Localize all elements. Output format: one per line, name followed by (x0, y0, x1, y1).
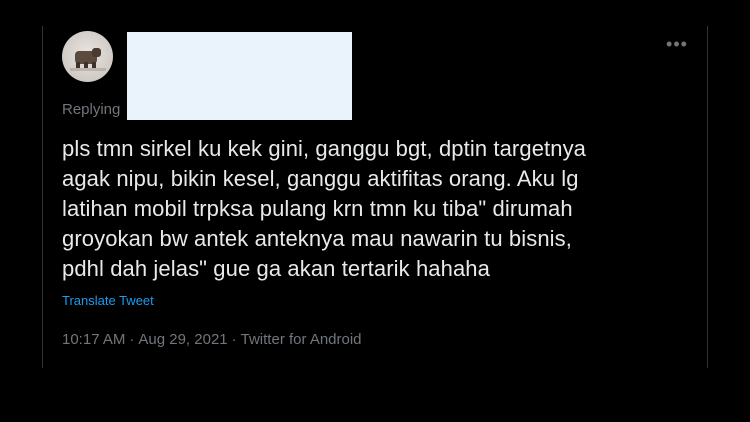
bear-figure-icon (70, 48, 106, 71)
redacted-user-info (127, 32, 352, 120)
tweet-source[interactable]: Twitter for Android (241, 331, 362, 348)
tweet-card: ••• Replying pls tmn sirkel ku kek gini,… (42, 26, 708, 368)
screenshot-frame: ••• Replying pls tmn sirkel ku kek gini,… (0, 0, 750, 422)
tweet-time[interactable]: 10:17 AM (62, 331, 125, 348)
tweet-text: pls tmn sirkel ku kek gini, ganggu bgt, … (62, 136, 587, 281)
tweet-metadata: 10:17 AM · Aug 29, 2021 · Twitter for Androi… (62, 330, 362, 350)
meta-separator: · (231, 331, 237, 348)
replying-to-label: Replying (62, 101, 121, 118)
tweet-date[interactable]: Aug 29, 2021 (138, 331, 227, 348)
meta-separator: · (129, 331, 135, 348)
more-options-icon[interactable]: ••• (659, 32, 695, 56)
avatar[interactable] (62, 31, 113, 82)
translate-tweet-link[interactable]: Translate Tweet (62, 292, 154, 310)
